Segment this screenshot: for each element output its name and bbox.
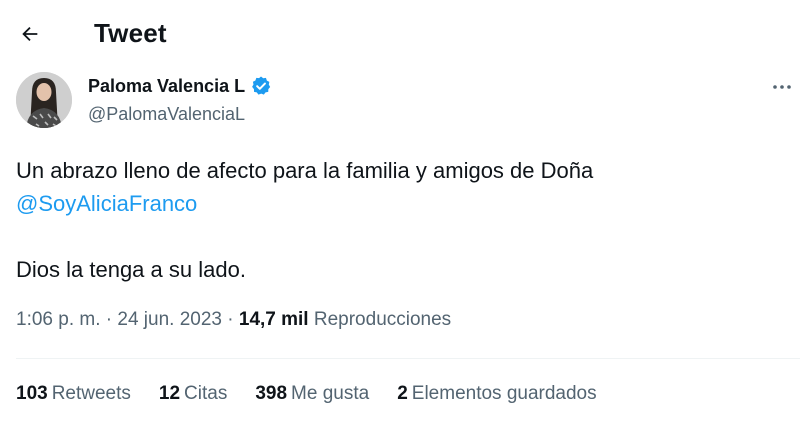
likes-stat[interactable]: 398 Me gusta [255, 383, 369, 405]
tweet-paragraph-1: Un abrazo lleno de afecto para la famili… [16, 154, 786, 220]
avatar-image [16, 72, 72, 128]
likes-label: Me gusta [291, 383, 370, 404]
back-button[interactable] [12, 16, 48, 52]
divider [16, 358, 800, 359]
more-horizontal-icon [773, 85, 791, 89]
quotes-label: Citas [184, 383, 228, 404]
views-count: 14,7 mil [238, 309, 309, 330]
tweet-author: Paloma Valencia L @PalomaValenciaL [16, 72, 800, 132]
author-display-name[interactable]: Paloma Valencia L [88, 76, 245, 97]
arrow-left-icon [22, 26, 38, 42]
tweet-paragraph-2: Dios la tenga a su lado. [16, 257, 246, 282]
page-title: Tweet [94, 18, 167, 48]
quotes-stat[interactable]: 12 Citas [159, 383, 227, 405]
views-label: Reproducciones [313, 309, 452, 330]
author-name-row: Paloma Valencia L [88, 75, 272, 97]
bookmarks-stat[interactable]: 2 Elementos guardados [397, 383, 596, 405]
author-handle[interactable]: @PalomaValenciaL [88, 104, 245, 125]
more-options-button[interactable] [764, 72, 800, 102]
quotes-count: 12 [158, 383, 181, 404]
bookmarks-label: Elementos guardados [411, 383, 597, 404]
retweets-label: Retweets [51, 383, 131, 404]
tweet-header: Tweet [0, 0, 800, 66]
meta-separator: · [105, 309, 113, 330]
tweet-text: Un abrazo lleno de afecto para la famili… [16, 154, 786, 286]
meta-separator-2: · [227, 309, 234, 330]
verified-badge-icon [252, 76, 271, 95]
likes-count: 398 [255, 383, 288, 404]
mention-link[interactable]: @SoyAliciaFranco [16, 191, 197, 216]
avatar[interactable] [16, 72, 72, 128]
tweet-time[interactable]: 1:06 p. m. [16, 309, 101, 330]
tweet-line-1: Un abrazo lleno de afecto para la famili… [16, 158, 594, 183]
retweets-stat[interactable]: 103 Retweets [16, 383, 131, 405]
retweets-count: 103 [16, 383, 48, 404]
bookmarks-count: 2 [397, 383, 408, 404]
tweet-stats: 103 Retweets 12 Citas 398 Me gusta 2 Element… [16, 383, 625, 405]
tweet-date[interactable]: 24 jun. 2023 [117, 309, 222, 330]
tweet-meta: 1:06 p. m. · 24 jun. 2023 · 14,7 mil Rep… [16, 309, 451, 331]
